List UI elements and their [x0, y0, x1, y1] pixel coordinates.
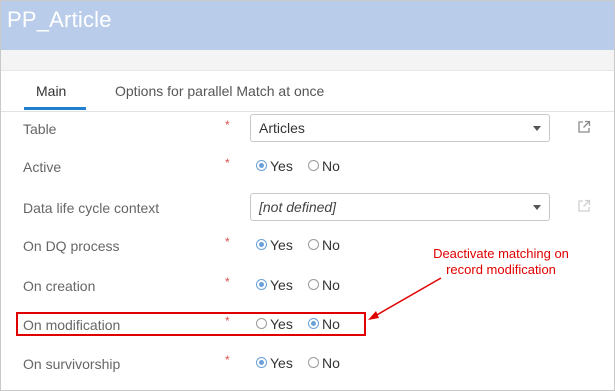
record-form-window: PP_Article Main Options for parallel Mat… [0, 0, 615, 391]
annotation-arrow-icon [368, 277, 442, 320]
